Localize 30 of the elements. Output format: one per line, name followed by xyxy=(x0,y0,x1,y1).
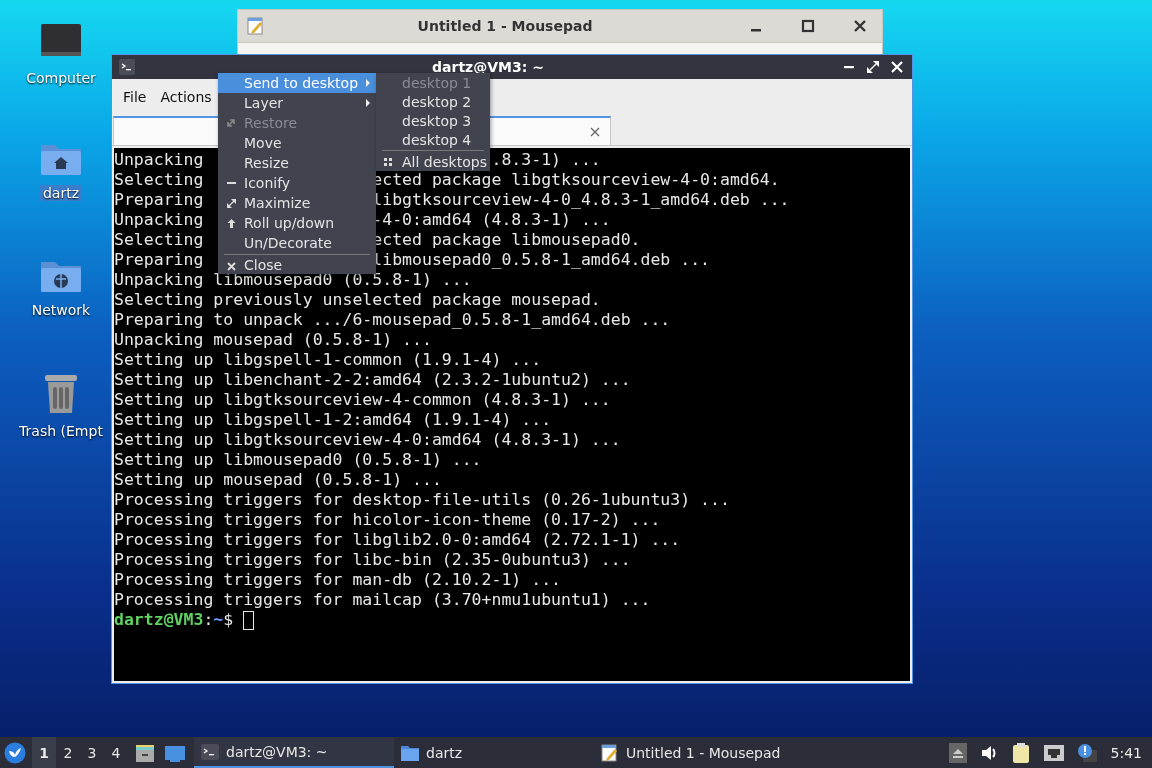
terminal-line: Processing triggers for hicolor-icon-theme (0.17-2) ... xyxy=(114,510,661,530)
terminal-line: Selecting xyxy=(114,170,205,190)
terminal-line: Selecting xyxy=(114,230,205,250)
terminal-line: Unpacking libmousepad0 (0.5.8-1) ... xyxy=(114,270,472,290)
terminal-line: Preparing xyxy=(114,190,205,210)
terminal-line: Setting up libgspell-1-common (1.9.1-4) ... xyxy=(114,350,542,370)
terminal-line: Setting up libenchant-2-2:amd64 (2.3.2-1ubuntu2) ... xyxy=(114,370,631,390)
terminal-line: Processing triggers for libglib2.0-0:amd64 (2.72.1-1) ... xyxy=(114,530,681,550)
terminal-line: Processing triggers for mailcap (3.70+nmu1ubuntu1) ... xyxy=(114,590,651,610)
terminal-line: Unpacking xyxy=(114,150,205,170)
terminal-line: Setting up libgspell-1-2:amd64 (1.9.1-4) ... xyxy=(114,410,552,430)
terminal-line: Processing triggers for libc-bin (2.35-0ubuntu3) ... xyxy=(114,550,631,570)
terminal-line: Setting up libmousepad0 (0.5.8-1) ... xyxy=(114,450,482,470)
shell-prompt: dartz@VM3:~$ xyxy=(114,610,234,630)
window-title: Untitled 1 - Mousepad xyxy=(416,18,594,34)
terminal-line: -4-0:amd64 (4.8.3-1) ... xyxy=(372,210,611,230)
terminal-line: Preparing to unpack .../6-mousepad_0.5.8-1_amd64.deb ... xyxy=(114,310,671,330)
terminal-line: Setting up libgtksourceview-4-common (4.8.3-1) ... xyxy=(114,390,611,410)
terminal-line: Preparing xyxy=(114,250,205,270)
window-title: dartz@VM3: ~ xyxy=(431,59,545,75)
terminal-line: libmousepad0_0.5.8-1_amd64.deb ... xyxy=(372,250,711,270)
terminal-line: Processing triggers for desktop-file-utils (0.26-1ubuntu3) ... xyxy=(114,490,730,510)
terminal-line: .8.3-1) ... xyxy=(491,150,601,170)
terminal-line: Processing triggers for man-db (2.10.2-1) ... xyxy=(114,570,562,590)
terminal-line: Setting up mousepad (0.5.8-1) ... xyxy=(114,470,442,490)
terminal-line: Setting up libgtksourceview-4-0:amd64 (4.8.3-1) ... xyxy=(114,430,621,450)
terminal-line: Unpacking mousepad (0.5.8-1) ... xyxy=(114,330,432,350)
terminal-line: Selecting previously unselected package mousepad. xyxy=(114,290,601,310)
terminal-line: libgtksourceview-4-0_4.8.3-1_amd64.deb ... xyxy=(372,190,790,210)
terminal-line: Unpacking xyxy=(114,210,205,230)
